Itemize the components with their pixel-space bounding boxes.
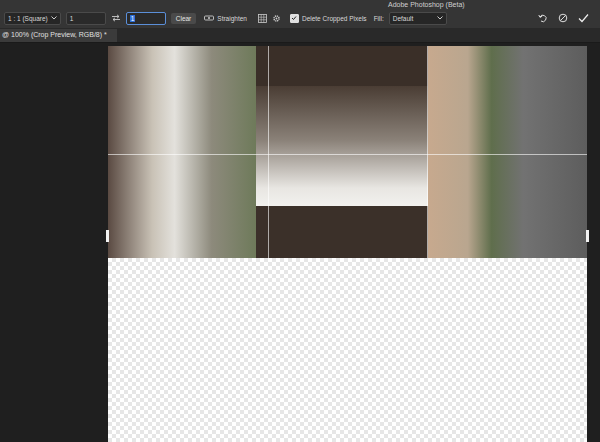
crop-area[interactable]	[108, 46, 587, 442]
document-tabs: @ 100% (Crop Preview, RGB/8) *	[0, 28, 600, 43]
straighten-button[interactable]: Straighten	[204, 14, 247, 22]
fill-dropdown[interactable]: Default	[389, 12, 447, 25]
grid-line	[268, 46, 269, 258]
chevron-icon	[437, 16, 443, 20]
options-bar: Adobe Photoshop (Beta) 1 : 1 (Square) 1 1 Cl…	[0, 0, 600, 28]
canvas	[0, 43, 600, 442]
transparent-area	[108, 258, 587, 442]
grid-line	[427, 46, 428, 258]
checkmark-icon	[291, 15, 297, 21]
fill-label: Fill:	[374, 15, 384, 22]
photoshop-window: Adobe Photoshop (Beta) 1 : 1 (Square) 1 1 Cl…	[0, 0, 600, 442]
document-tab[interactable]: @ 100% (Crop Preview, RGB/8) *	[0, 29, 117, 42]
crop-handle[interactable]	[106, 230, 109, 242]
swap-icon[interactable]	[111, 14, 121, 22]
window-title: Adobe Photoshop (Beta)	[0, 0, 600, 10]
height-field[interactable]: 1	[126, 12, 166, 25]
grid-overlay-icon[interactable]	[258, 14, 267, 23]
ratio-dropdown[interactable]: 1 : 1 (Square)	[4, 12, 61, 25]
width-field[interactable]: 1	[66, 12, 106, 25]
crop-handle[interactable]	[586, 230, 589, 242]
reset-icon[interactable]	[538, 13, 548, 23]
cancel-icon[interactable]	[558, 13, 568, 23]
checkbox-box	[290, 14, 299, 23]
grid-line	[108, 154, 587, 155]
clear-button[interactable]: Clear	[171, 13, 197, 24]
level-icon	[204, 14, 214, 22]
chevron-icon	[51, 16, 57, 20]
gear-icon[interactable]	[272, 14, 281, 23]
delete-cropped-checkbox[interactable]: Delete Cropped Pixels	[290, 14, 367, 23]
photo	[108, 46, 587, 258]
commit-check-icon[interactable]	[578, 13, 589, 23]
